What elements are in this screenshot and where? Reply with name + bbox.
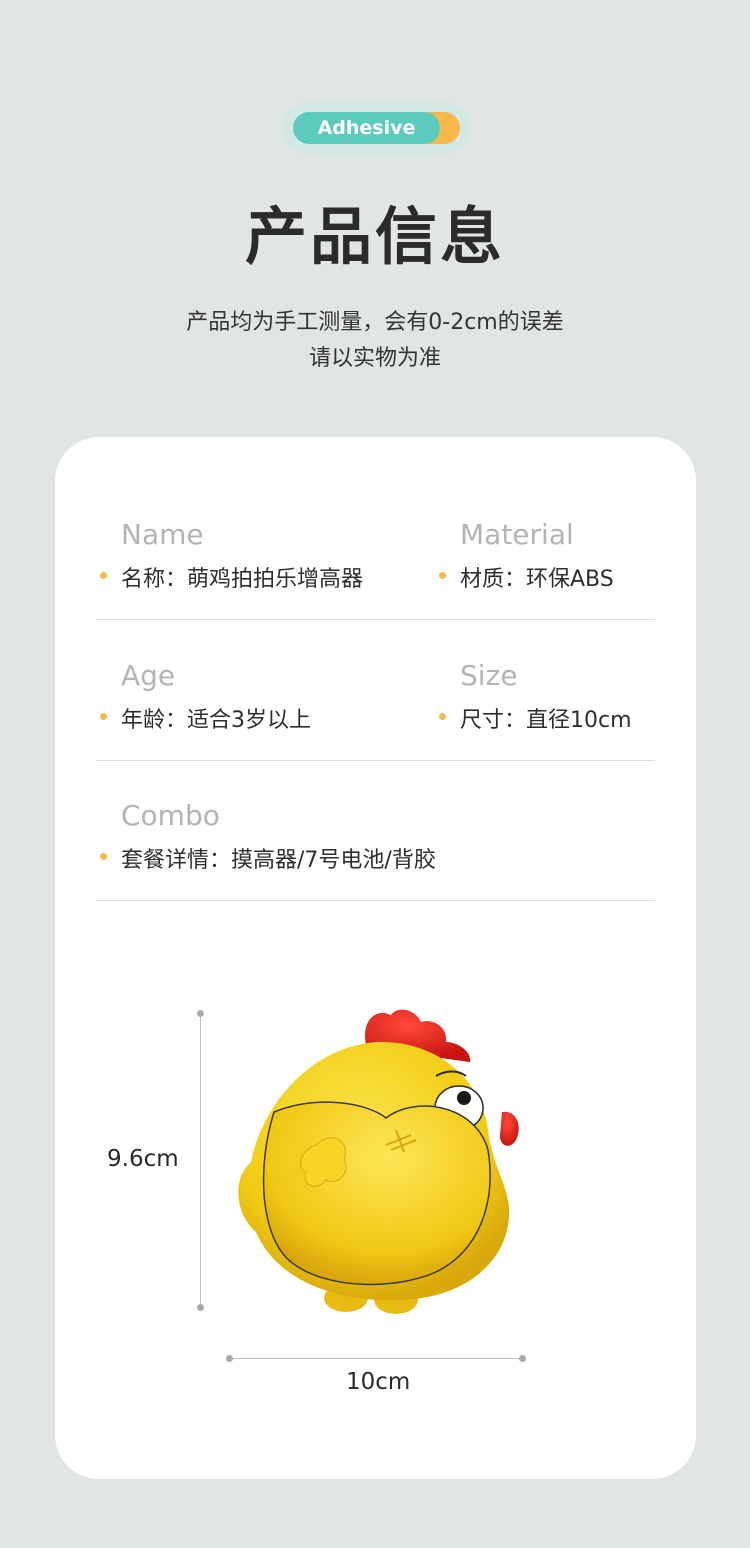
eye-pupil (457, 1091, 471, 1105)
spec-age: Age 年龄：适合3岁以上 (100, 659, 311, 734)
spec-name-value: 名称：萌鸡拍拍乐增高器 (121, 567, 364, 592)
dimension-endpoint (226, 1355, 233, 1362)
bullet-dot (100, 713, 107, 720)
spec-combo-cn: 套餐详情：摸高器/7号电池/背胶 (100, 842, 436, 874)
spec-combo-value: 套餐详情：摸高器/7号电池/背胶 (121, 848, 436, 873)
bullet-dot (100, 853, 107, 860)
bullet-dot (439, 713, 446, 720)
page-title: 产品信息 (244, 200, 505, 273)
bullet-dot (100, 572, 107, 579)
spec-age-value: 年龄：适合3岁以上 (121, 708, 311, 733)
spec-size-value: 尺寸：直径10cm (460, 708, 632, 733)
width-label: 10cm (346, 1369, 411, 1395)
spec-name-cn: 名称：萌鸡拍拍乐增高器 (100, 561, 364, 593)
spec-age-en: Age (121, 659, 176, 692)
spec-material: Material 材质：环保ABS (439, 518, 614, 593)
height-dimension-line (200, 1014, 201, 1308)
width-dimension-line (229, 1358, 523, 1359)
divider (96, 760, 655, 761)
product-info-card (55, 437, 696, 1479)
adhesive-badge: Adhesive (293, 112, 440, 144)
spec-age-cn: 年龄：适合3岁以上 (100, 702, 311, 734)
dimension-endpoint (197, 1304, 204, 1311)
spec-combo: Combo 套餐详情：摸高器/7号电池/背胶 (100, 799, 436, 874)
chick-toy-image (238, 1009, 519, 1314)
divider (96, 619, 655, 620)
spec-combo-en: Combo (121, 799, 220, 832)
spec-material-cn: 材质：环保ABS (439, 561, 614, 593)
subtitle-line-1: 产品均为手工测量，会有0-2cm的误差 (186, 310, 564, 335)
pad-surface (262, 1101, 491, 1286)
spec-material-value: 材质：环保ABS (460, 567, 614, 592)
spec-name: Name 名称：萌鸡拍拍乐增高器 (100, 518, 364, 593)
subtitle-line-2: 请以实物为准 (308, 346, 441, 371)
dimension-endpoint (519, 1355, 526, 1362)
wattle (500, 1111, 519, 1146)
spec-material-en: Material (460, 518, 574, 551)
spec-name-en: Name (121, 518, 204, 551)
spec-size-cn: 尺寸：直径10cm (439, 702, 632, 734)
height-label: 9.6cm (107, 1146, 179, 1172)
spec-size: Size 尺寸：直径10cm (439, 659, 632, 734)
bullet-dot (439, 572, 446, 579)
divider (96, 900, 655, 901)
dimension-endpoint (197, 1010, 204, 1017)
spec-size-en: Size (460, 659, 518, 692)
